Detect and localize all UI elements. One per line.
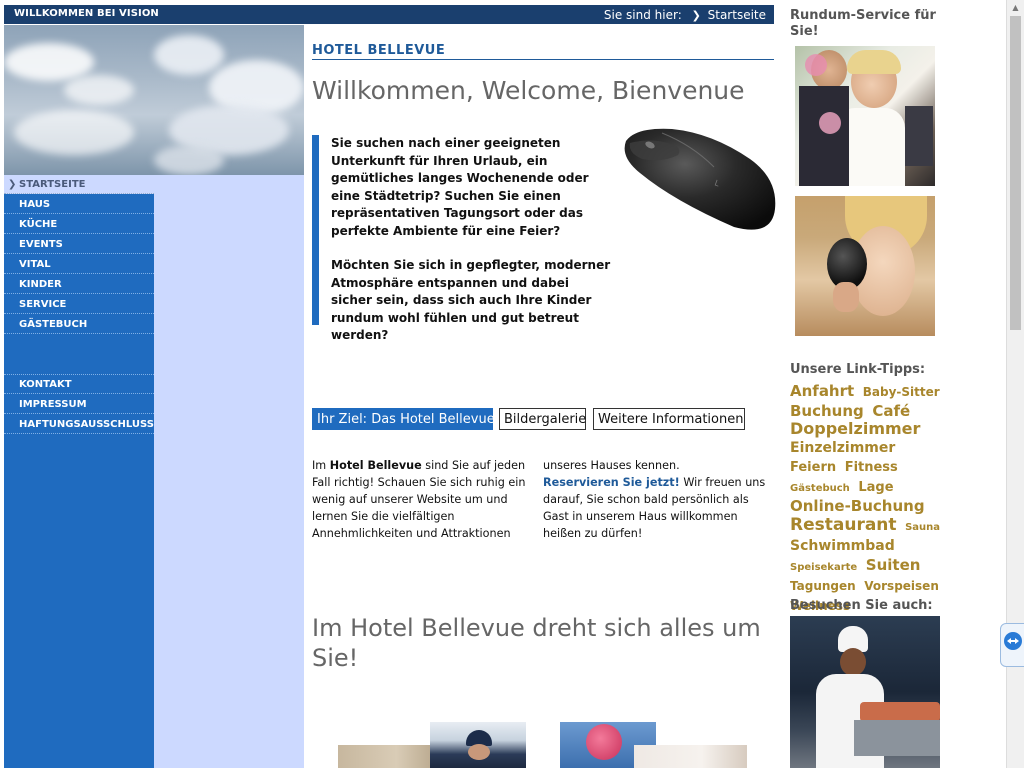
visit-heading: Besuchen Sie auch: <box>790 598 933 613</box>
nav-item-label: VITAL <box>19 259 51 270</box>
tag-link[interactable]: Doppelzimmer <box>790 419 920 438</box>
photo-thumbnail <box>634 745 747 768</box>
nav-item-label: STARTSEITE <box>19 179 86 190</box>
body-text-column-1: Im Hotel Bellevue sind Sie auf jeden Fal… <box>312 457 537 542</box>
title-divider <box>312 59 774 60</box>
tag-link[interactable]: Vorspeisen <box>864 579 939 593</box>
intro-paragraph-2: Möchten Sie sich in gepflegter, moderner… <box>331 258 611 342</box>
chef-photo <box>790 616 940 768</box>
hotel-name-bold: Hotel Bellevue <box>329 459 422 472</box>
tag-link[interactable]: Schwimmbad <box>790 538 895 554</box>
chevron-right-icon: ❯ <box>691 9 701 22</box>
nav-item-label: HAFTUNGSAUSSCHLUSS <box>19 419 154 430</box>
nav-item-vital[interactable]: VITAL <box>4 255 154 274</box>
remote-support-icon <box>1004 632 1022 650</box>
tag-link[interactable]: Speisekarte <box>790 562 857 573</box>
brand-title: WILLKOMMEN BEI VISION <box>14 8 159 19</box>
wedding-photo <box>795 46 935 186</box>
tag-link[interactable]: Online-Buchung <box>790 497 925 515</box>
scroll-up-arrow-icon[interactable]: ▲ <box>1007 0 1024 16</box>
nav-item-label: KONTAKT <box>19 379 72 390</box>
tag-link[interactable]: Café <box>872 402 910 420</box>
hotel-title: HOTEL BELLEVUE <box>312 43 446 58</box>
nav-divider <box>4 335 154 375</box>
photo-thumbnail <box>430 722 526 768</box>
section-heading: Im Hotel Bellevue dreht sich alles um Si… <box>312 614 761 672</box>
links-heading: Unsere Link-Tipps: <box>790 362 926 377</box>
intro-text-box: Sie suchen nach einer geeigneten Unterku… <box>312 135 612 342</box>
header-sky-image <box>4 25 304 175</box>
nav-item-service[interactable]: SERVICE <box>4 295 154 314</box>
tag-link[interactable]: Sauna <box>905 522 940 533</box>
intro-paragraph-1: Sie suchen nach einer geeigneten Unterku… <box>331 136 589 238</box>
tab-weitere-informationen[interactable]: Weitere Informationen <box>593 408 745 430</box>
nav-item-label: EVENTS <box>19 239 63 250</box>
nav-item-label: IMPRESSUM <box>19 399 87 410</box>
nav-side-panel <box>154 175 304 768</box>
computer-mouse-image: L <box>624 128 776 230</box>
top-bar: WILLKOMMEN BEI VISION Sie sind hier: ❯ S… <box>4 5 774 24</box>
nav-item-startseite[interactable]: ❯ STARTSEITE <box>4 175 154 194</box>
tag-link[interactable]: Baby-Sitter <box>863 385 940 399</box>
welcome-heading: Willkommen, Welcome, Bienvenue <box>312 76 745 105</box>
nav-item-label: KÜCHE <box>19 219 58 230</box>
breadcrumb-prefix: Sie sind hier: <box>603 8 682 22</box>
nav-item-kontakt[interactable]: KONTAKT <box>4 375 154 394</box>
main-content: HOTEL BELLEVUE Willkommen, Welcome, Bien… <box>304 25 776 768</box>
tag-link[interactable]: Lage <box>858 480 893 495</box>
nav-item-gaestebuch[interactable]: GÄSTEBUCH <box>4 315 154 334</box>
tag-link[interactable]: Buchung <box>790 402 864 420</box>
chevron-right-icon: ❯ <box>8 179 17 190</box>
nav-item-kueche[interactable]: KÜCHE <box>4 215 154 234</box>
reserve-link[interactable]: Reservieren Sie jetzt! <box>543 476 680 489</box>
nav-item-label: KINDER <box>19 279 62 290</box>
tab-bildergalerie[interactable]: Bildergalerie <box>499 408 586 430</box>
breadcrumb: Sie sind hier: ❯ Startseite <box>604 8 766 22</box>
remote-support-tab[interactable] <box>1000 623 1024 667</box>
nav-item-impressum[interactable]: IMPRESSUM <box>4 395 154 414</box>
body-text: unseres Hauses kennen. <box>543 459 680 472</box>
service-heading: Rundum-Service für Sie! <box>790 8 936 39</box>
body-text: Im <box>312 459 330 472</box>
nav-item-label: GÄSTEBUCH <box>19 319 88 330</box>
scrollbar-thumb[interactable] <box>1010 16 1021 330</box>
tag-link[interactable]: Einzelzimmer <box>790 440 895 456</box>
nav-item-label: SERVICE <box>19 299 67 310</box>
body-text-column-2: unseres Hauses kennen. Reservieren Sie j… <box>543 457 768 542</box>
nav-item-haftungsausschluss[interactable]: HAFTUNGSAUSSCHLUSS <box>4 415 154 434</box>
tag-link[interactable]: Tagungen <box>790 579 856 593</box>
tag-link[interactable]: Suiten <box>866 556 921 574</box>
tag-link[interactable]: Gästebuch <box>790 483 850 494</box>
nav-item-label: HAUS <box>19 199 51 210</box>
tag-cloud: Anfahrt Baby-Sitter Buchung Café Doppelz… <box>790 382 945 615</box>
nav-item-haus[interactable]: HAUS <box>4 195 154 214</box>
breadcrumb-current[interactable]: Startseite <box>708 8 766 22</box>
tag-link[interactable]: Anfahrt <box>790 382 854 400</box>
nav-item-events[interactable]: EVENTS <box>4 235 154 254</box>
tag-link[interactable]: Fitness <box>845 460 898 475</box>
tag-link[interactable]: Feiern <box>790 460 836 475</box>
nav-item-kinder[interactable]: KINDER <box>4 275 154 294</box>
wellness-photo <box>795 196 935 336</box>
tab-hotel-bellevue[interactable]: Ihr Ziel: Das Hotel Bellevue <box>312 408 495 430</box>
left-navigation: ❯ STARTSEITE HAUS KÜCHE EVENTS VITAL KIN… <box>4 175 154 768</box>
tag-link[interactable]: Restaurant <box>790 515 897 535</box>
